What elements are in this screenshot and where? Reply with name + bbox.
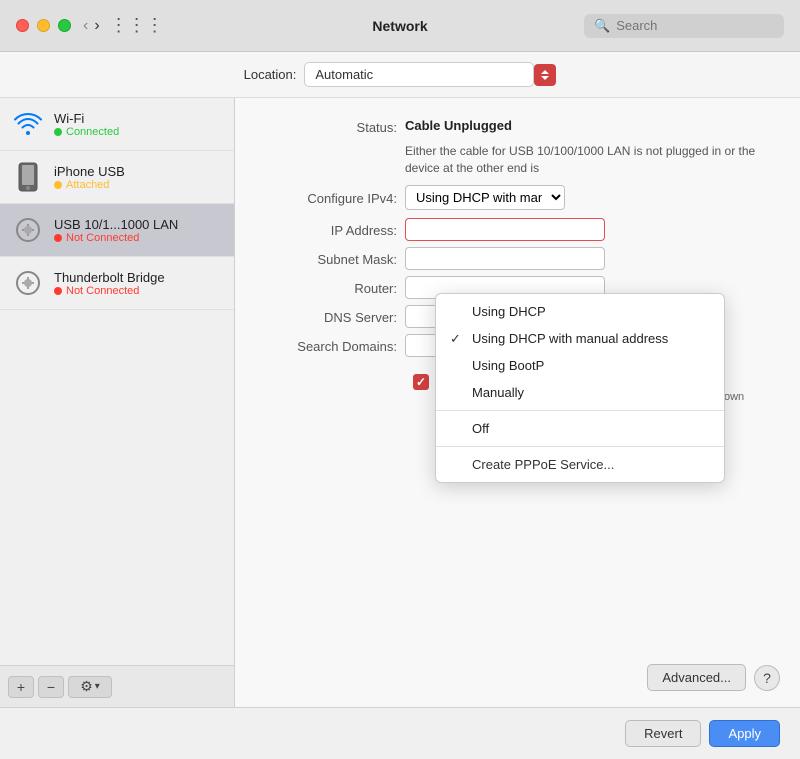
sidebar-item-wifi[interactable]: Wi-Fi Connected (0, 98, 234, 151)
gear-button[interactable]: ⚙ ▾ (68, 676, 112, 698)
location-label: Location: (244, 67, 297, 82)
ip-address-input[interactable] (405, 218, 605, 241)
detail-panel: Status: Cable Unplugged Either the cable… (235, 98, 800, 707)
search-icon: 🔍 (594, 18, 610, 34)
back-arrow-button[interactable]: ‹ (83, 18, 88, 34)
titlebar: ‹ › ⋮⋮⋮ Network 🔍 (0, 0, 800, 52)
location-select[interactable]: Automatic (304, 62, 534, 87)
thunderbolt-icon (12, 267, 44, 299)
usb-lan-status: Not Connected (54, 232, 178, 244)
wifi-status-dot (54, 128, 62, 136)
revert-button[interactable]: Revert (625, 720, 701, 747)
network-list: Wi-Fi Connected iPhone U (0, 98, 234, 665)
limit-tracking-checkbox[interactable] (413, 374, 429, 390)
configure-ipv4-row: Configure IPv4: Using DHCP with manual a… (265, 185, 770, 210)
status-description-row: Either the cable for USB 10/100/1000 LAN… (265, 143, 770, 177)
subnet-mask-input[interactable] (405, 247, 605, 270)
detail-bottom-actions: Advanced... ? (647, 664, 780, 691)
subnet-mask-row: Subnet Mask: (265, 247, 770, 270)
iphone-usb-status-dot (54, 181, 62, 189)
forward-arrow-button[interactable]: › (94, 18, 99, 34)
gear-icon: ⚙ (80, 678, 93, 695)
status-value: Cable Unplugged (405, 118, 770, 133)
dns-server-label: DNS Server: (265, 308, 405, 325)
titlebar-title: Network (372, 18, 427, 34)
iphone-usb-status: Attached (54, 179, 125, 191)
location-arrow-icon (534, 64, 556, 86)
wifi-name: Wi-Fi (54, 111, 119, 126)
wifi-status: Connected (54, 126, 119, 138)
search-bar[interactable]: 🔍 (584, 14, 784, 38)
iphone-usb-name: iPhone USB (54, 164, 125, 179)
dropdown-item-create-pppoe[interactable]: Create PPPoE Service... (436, 451, 724, 478)
dropdown-item-manually[interactable]: Manually (436, 379, 724, 406)
grid-icon: ⋮⋮⋮ (110, 15, 164, 36)
usb-lan-icon (12, 214, 44, 246)
thunderbolt-status-text: Not Connected (66, 285, 139, 297)
thunderbolt-name: Thunderbolt Bridge (54, 270, 165, 285)
dropdown-item-off[interactable]: Off (436, 415, 724, 442)
ip-address-label: IP Address: (265, 221, 405, 238)
up-arrow-icon (541, 70, 549, 74)
configure-label: Configure IPv4: (265, 189, 405, 206)
bottom-bar: Revert Apply (0, 707, 800, 759)
location-bar: Location: Automatic (0, 52, 800, 98)
thunderbolt-status: Not Connected (54, 285, 165, 297)
dropdown-separator-1 (436, 410, 724, 411)
nav-arrows: ‹ › (83, 18, 100, 34)
wifi-status-text: Connected (66, 126, 119, 138)
thunderbolt-status-dot (54, 287, 62, 295)
subnet-mask-label: Subnet Mask: (265, 250, 405, 267)
router-label: Router: (265, 279, 405, 296)
iphone-usb-status-text: Attached (66, 179, 109, 191)
configure-ipv4-select[interactable]: Using DHCP with manual address (405, 185, 565, 210)
advanced-button[interactable]: Advanced... (647, 664, 746, 691)
ip-address-row: IP Address: (265, 218, 770, 241)
dropdown-item-using-bootp[interactable]: Using BootP (436, 352, 724, 379)
close-button[interactable] (16, 19, 29, 32)
status-description-label (265, 143, 405, 145)
remove-network-button[interactable]: − (38, 676, 64, 698)
dropdown-item-using-dhcp[interactable]: Using DHCP (436, 298, 724, 325)
wifi-info: Wi-Fi Connected (54, 111, 119, 138)
sidebar: Wi-Fi Connected iPhone U (0, 98, 235, 707)
search-input[interactable] (616, 18, 774, 33)
wifi-icon (12, 108, 44, 140)
add-network-button[interactable]: + (8, 676, 34, 698)
status-row: Status: Cable Unplugged (265, 118, 770, 135)
chevron-icon: ▾ (95, 681, 100, 692)
down-arrow-icon (541, 76, 549, 80)
usb-lan-status-dot (54, 234, 62, 242)
iphone-icon (12, 161, 44, 193)
maximize-button[interactable] (58, 19, 71, 32)
sidebar-item-thunderbolt[interactable]: Thunderbolt Bridge Not Connected (0, 257, 234, 310)
search-domains-label: Search Domains: (265, 337, 405, 354)
apply-button[interactable]: Apply (709, 720, 780, 747)
sidebar-item-iphone-usb[interactable]: iPhone USB Attached (0, 151, 234, 204)
dropdown-separator-2 (436, 446, 724, 447)
help-button[interactable]: ? (754, 665, 780, 691)
thunderbolt-info: Thunderbolt Bridge Not Connected (54, 270, 165, 297)
location-select-wrap[interactable]: Automatic (304, 62, 556, 87)
minimize-button[interactable] (37, 19, 50, 32)
status-label: Status: (265, 118, 405, 135)
status-description: Either the cable for USB 10/100/1000 LAN… (405, 143, 770, 177)
usb-lan-name: USB 10/1...1000 LAN (54, 217, 178, 232)
usb-lan-info: USB 10/1...1000 LAN Not Connected (54, 217, 178, 244)
dropdown-item-using-dhcp-manual[interactable]: Using DHCP with manual address (436, 325, 724, 352)
configure-ipv4-dropdown[interactable]: Using DHCP Using DHCP with manual addres… (435, 293, 725, 483)
usb-lan-status-text: Not Connected (66, 232, 139, 244)
window-controls (16, 19, 71, 32)
sidebar-item-usb-lan[interactable]: USB 10/1...1000 LAN Not Connected (0, 204, 234, 257)
sidebar-bottom: + − ⚙ ▾ (0, 665, 234, 707)
iphone-usb-info: iPhone USB Attached (54, 164, 125, 191)
main-content: Wi-Fi Connected iPhone U (0, 98, 800, 707)
